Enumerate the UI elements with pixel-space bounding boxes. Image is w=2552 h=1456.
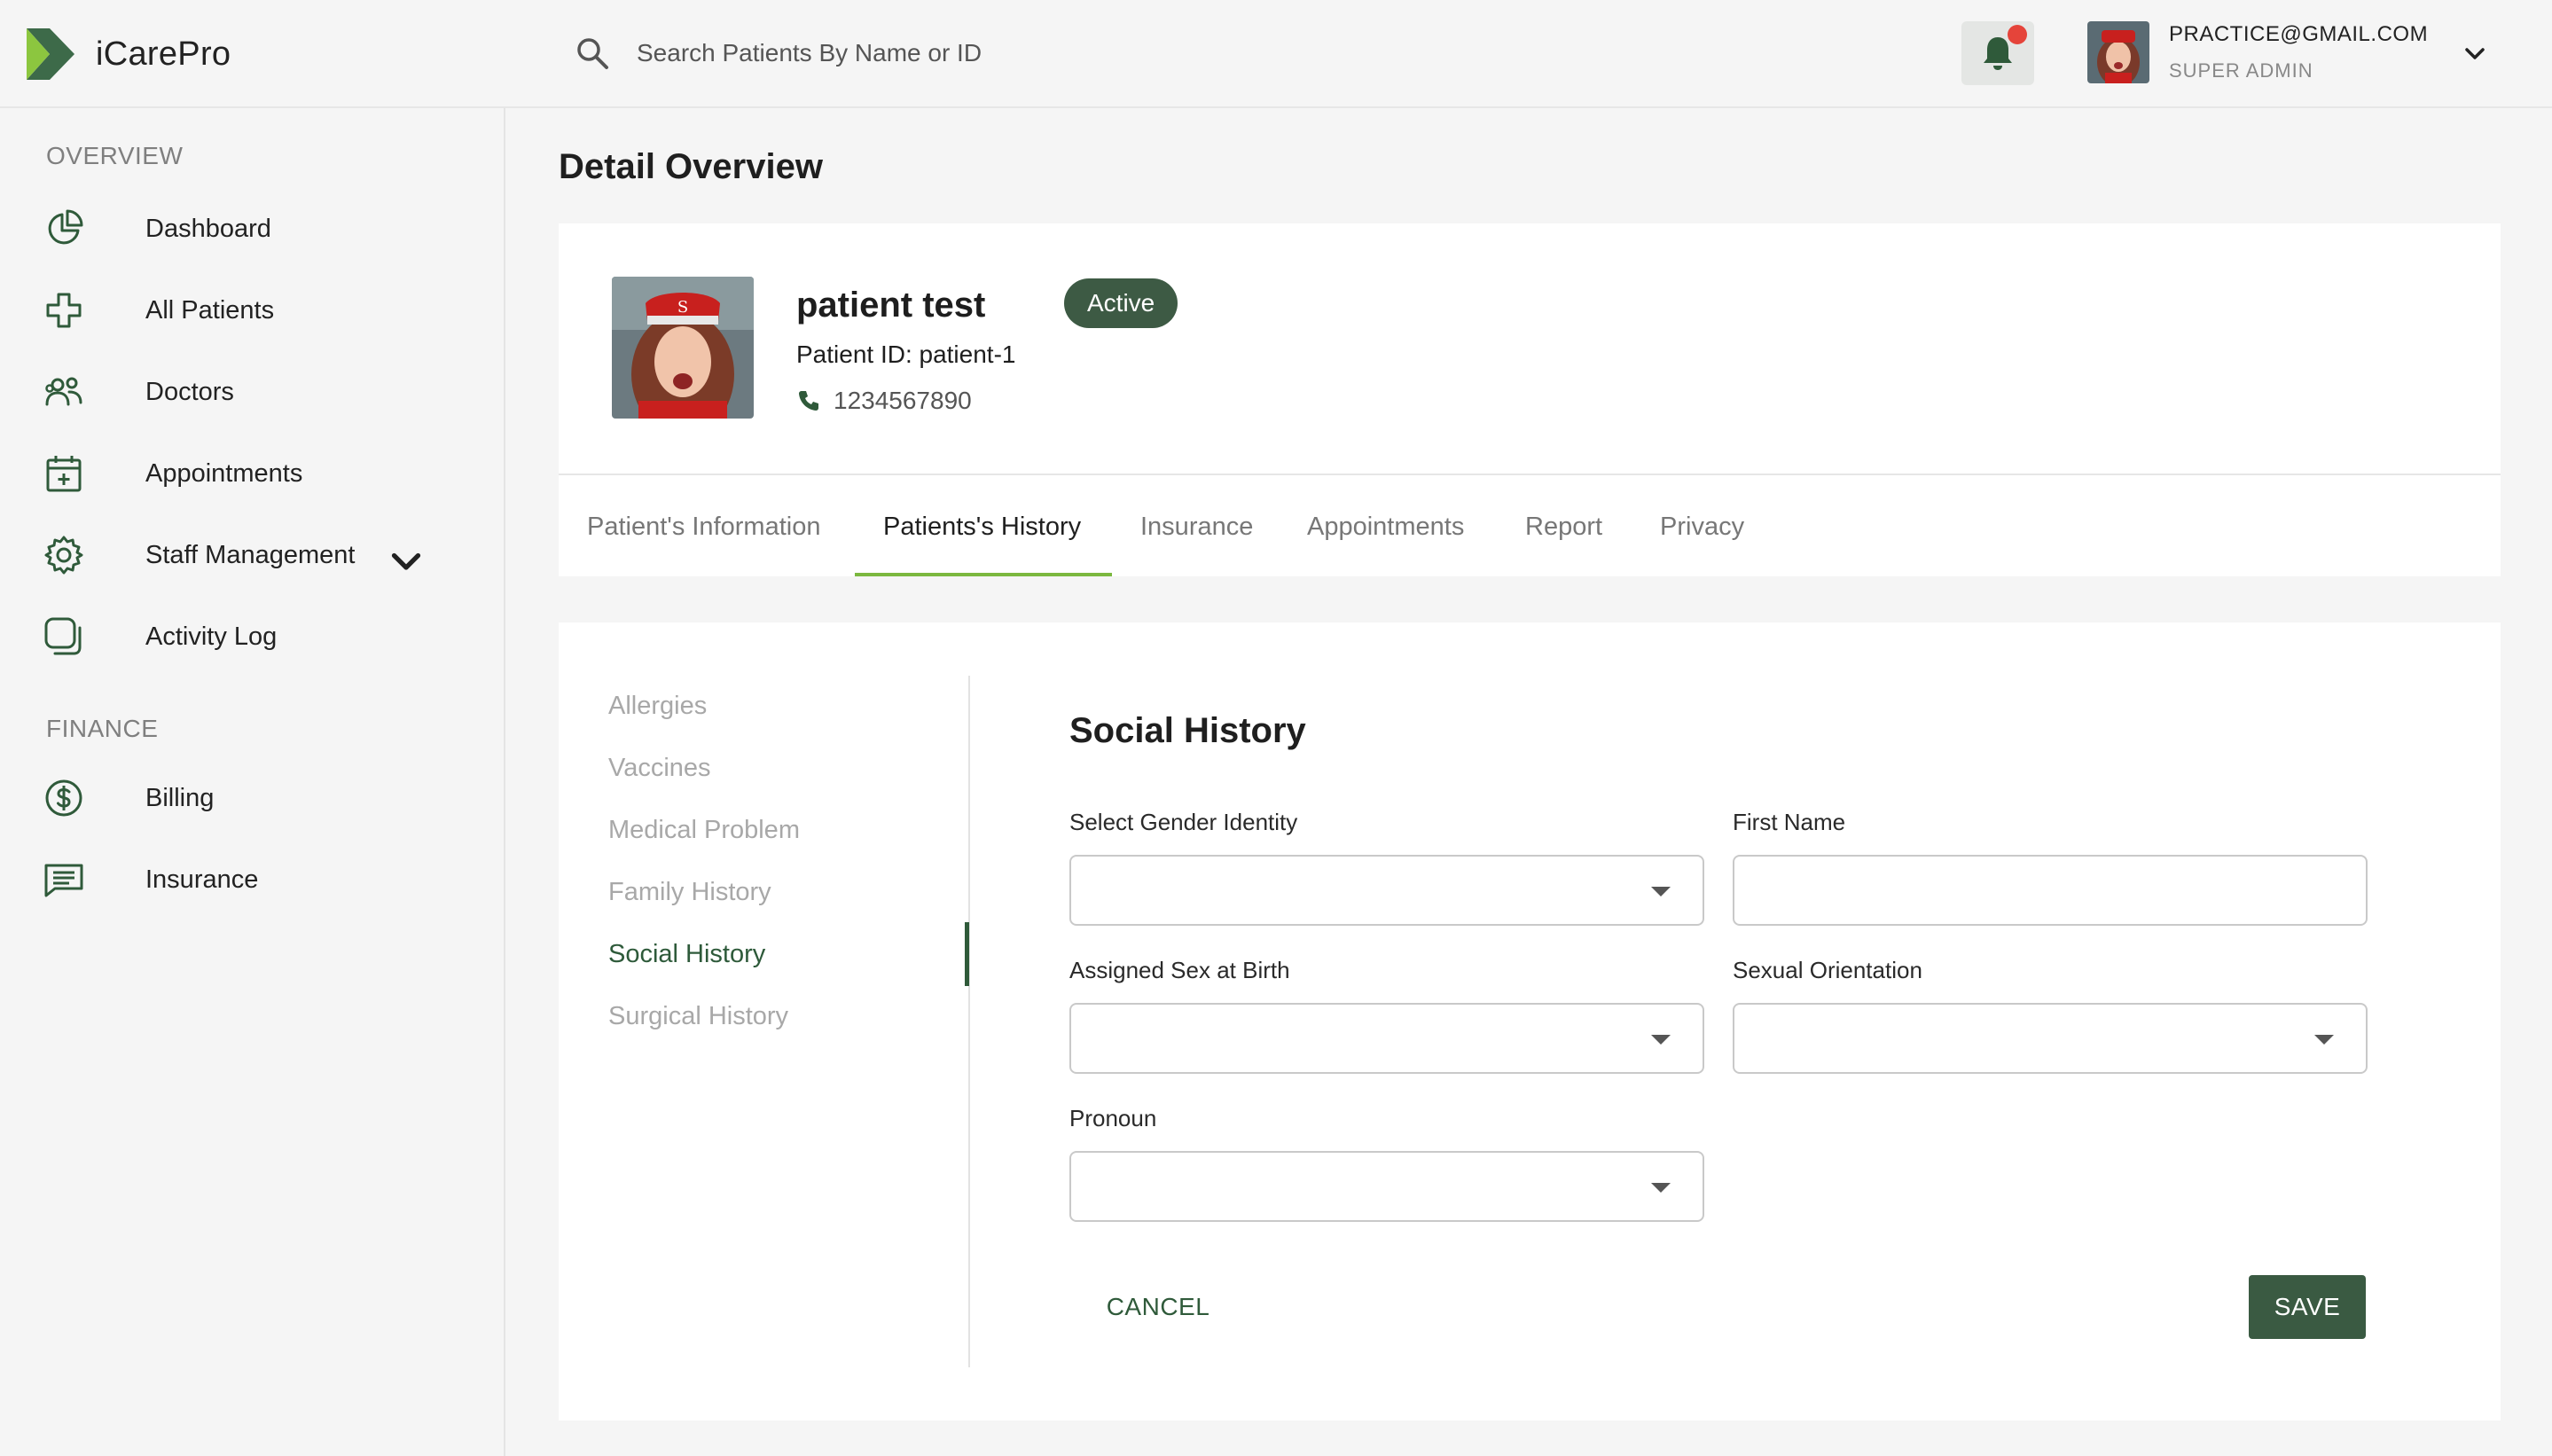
history-nav-allergies[interactable]: Allergies — [608, 692, 707, 721]
user-avatar — [2087, 21, 2149, 83]
sidebar-item-label: Doctors — [145, 377, 234, 406]
copy-icon — [44, 617, 82, 655]
dropdown-caret-icon — [1651, 887, 1671, 896]
gender-identity-select[interactable] — [1069, 855, 1704, 926]
notification-badge — [2008, 25, 2027, 44]
tab-privacy[interactable]: Privacy — [1660, 513, 1744, 542]
save-button[interactable]: SAVE — [2249, 1275, 2366, 1339]
history-card: Allergies Vaccines Medical Problem Famil… — [559, 622, 2501, 1421]
active-tab-indicator — [855, 573, 1112, 576]
detail-tabs: Patient's Information Patients's History… — [559, 474, 2501, 576]
first-name-input[interactable] — [1733, 855, 2368, 926]
tab-insurance[interactable]: Insurance — [1140, 513, 1253, 542]
status-badge: Active — [1064, 278, 1178, 328]
tab-report[interactable]: Report — [1525, 513, 1602, 542]
history-nav-divider — [968, 676, 970, 1367]
chevron-down-icon[interactable] — [2462, 41, 2488, 67]
people-icon — [45, 377, 82, 406]
dollar-circle-icon — [45, 779, 82, 817]
sexual-orientation-select[interactable] — [1733, 1003, 2368, 1074]
first-name-label: First Name — [1733, 809, 1846, 835]
gear-icon — [44, 536, 83, 575]
user-menu[interactable]: PRACTICE@GMAIL.COM SUPER ADMIN — [2087, 21, 2428, 83]
sidebar-item-label: Staff Management — [145, 540, 356, 569]
search-bar — [575, 32, 1435, 74]
history-nav-active-indicator — [965, 922, 969, 986]
top-bar: iCarePro PRACTICE@GMAIL.COM — [0, 0, 2552, 108]
history-nav-vaccines[interactable]: Vaccines — [608, 754, 711, 783]
cancel-button[interactable]: CANCEL — [1100, 1275, 1217, 1339]
calendar-plus-icon — [46, 456, 82, 492]
sidebar-item-label: Insurance — [145, 865, 259, 894]
svg-text:S: S — [677, 298, 688, 317]
app-name: iCarePro — [96, 35, 231, 73]
patient-phone: 1234567890 — [796, 387, 972, 415]
history-nav-family-history[interactable]: Family History — [608, 878, 771, 907]
sidebar-item-label: All Patients — [145, 295, 275, 325]
sidebar-item-label: Dashboard — [145, 214, 271, 243]
dropdown-caret-icon — [1651, 1183, 1671, 1193]
dropdown-caret-icon — [2314, 1035, 2334, 1045]
sidebar-item-billing[interactable]: Billing — [43, 771, 214, 825]
sidebar-item-all-patients[interactable]: All Patients — [43, 284, 274, 337]
phone-icon — [799, 391, 818, 411]
tab-patient-information[interactable]: Patient's Information — [587, 513, 820, 542]
pronoun-label: Pronoun — [1069, 1105, 1157, 1131]
sidebar-section-finance: FINANCE — [46, 715, 159, 742]
sidebar-item-appointments[interactable]: Appointments — [43, 447, 302, 500]
notifications-button[interactable] — [1961, 21, 2034, 85]
history-nav-medical-problem[interactable]: Medical Problem — [608, 816, 800, 845]
sidebar-item-staff-management[interactable]: Staff Management — [43, 528, 421, 582]
dropdown-caret-icon — [1651, 1035, 1671, 1045]
sidebar-section-overview: OVERVIEW — [46, 142, 184, 169]
tab-patients-history[interactable]: Patients's History — [883, 513, 1081, 542]
form-title: Social History — [1069, 711, 1306, 750]
sidebar-item-insurance[interactable]: Insurance — [43, 853, 258, 906]
sidebar-item-activity-log[interactable]: Activity Log — [43, 610, 277, 663]
patient-id: Patient ID: patient-1 — [796, 341, 1016, 368]
app-logo[interactable]: iCarePro — [23, 25, 231, 83]
gender-identity-label: Select Gender Identity — [1069, 809, 1298, 835]
pie-chart-icon — [48, 209, 83, 245]
patient-phone-number: 1234567890 — [834, 387, 972, 414]
logo-icon — [27, 28, 74, 80]
tab-appointments[interactable]: Appointments — [1307, 513, 1464, 542]
pronoun-select[interactable] — [1069, 1151, 1704, 1222]
user-role: SUPER ADMIN — [2169, 59, 2313, 82]
patient-header-card: S patient test Active Patient ID: patien… — [559, 223, 2501, 474]
sidebar-item-label: Billing — [145, 783, 215, 812]
patient-name: patient test — [796, 286, 986, 325]
page-title: Detail Overview — [559, 147, 823, 186]
search-input[interactable] — [637, 32, 1435, 74]
search-icon — [577, 38, 608, 69]
assigned-sex-select[interactable] — [1069, 1003, 1704, 1074]
chevron-down-icon[interactable] — [385, 541, 427, 583]
sidebar-item-label: Appointments — [145, 458, 303, 488]
history-nav-social-history[interactable]: Social History — [608, 940, 765, 969]
patient-photo: S — [612, 277, 754, 419]
user-email: PRACTICE@GMAIL.COM — [2169, 22, 2429, 46]
receipt-icon — [44, 864, 83, 897]
medical-cross-icon — [46, 293, 82, 328]
sidebar: OVERVIEW Dashboard All Patients Doctors — [0, 108, 505, 1456]
sidebar-item-label: Activity Log — [145, 622, 278, 651]
assigned-sex-label: Assigned Sex at Birth — [1069, 957, 1290, 983]
history-nav-surgical-history[interactable]: Surgical History — [608, 1002, 788, 1031]
sexual-orientation-label: Sexual Orientation — [1733, 957, 1922, 983]
sidebar-item-dashboard[interactable]: Dashboard — [43, 202, 271, 255]
sidebar-item-doctors[interactable]: Doctors — [43, 365, 234, 419]
